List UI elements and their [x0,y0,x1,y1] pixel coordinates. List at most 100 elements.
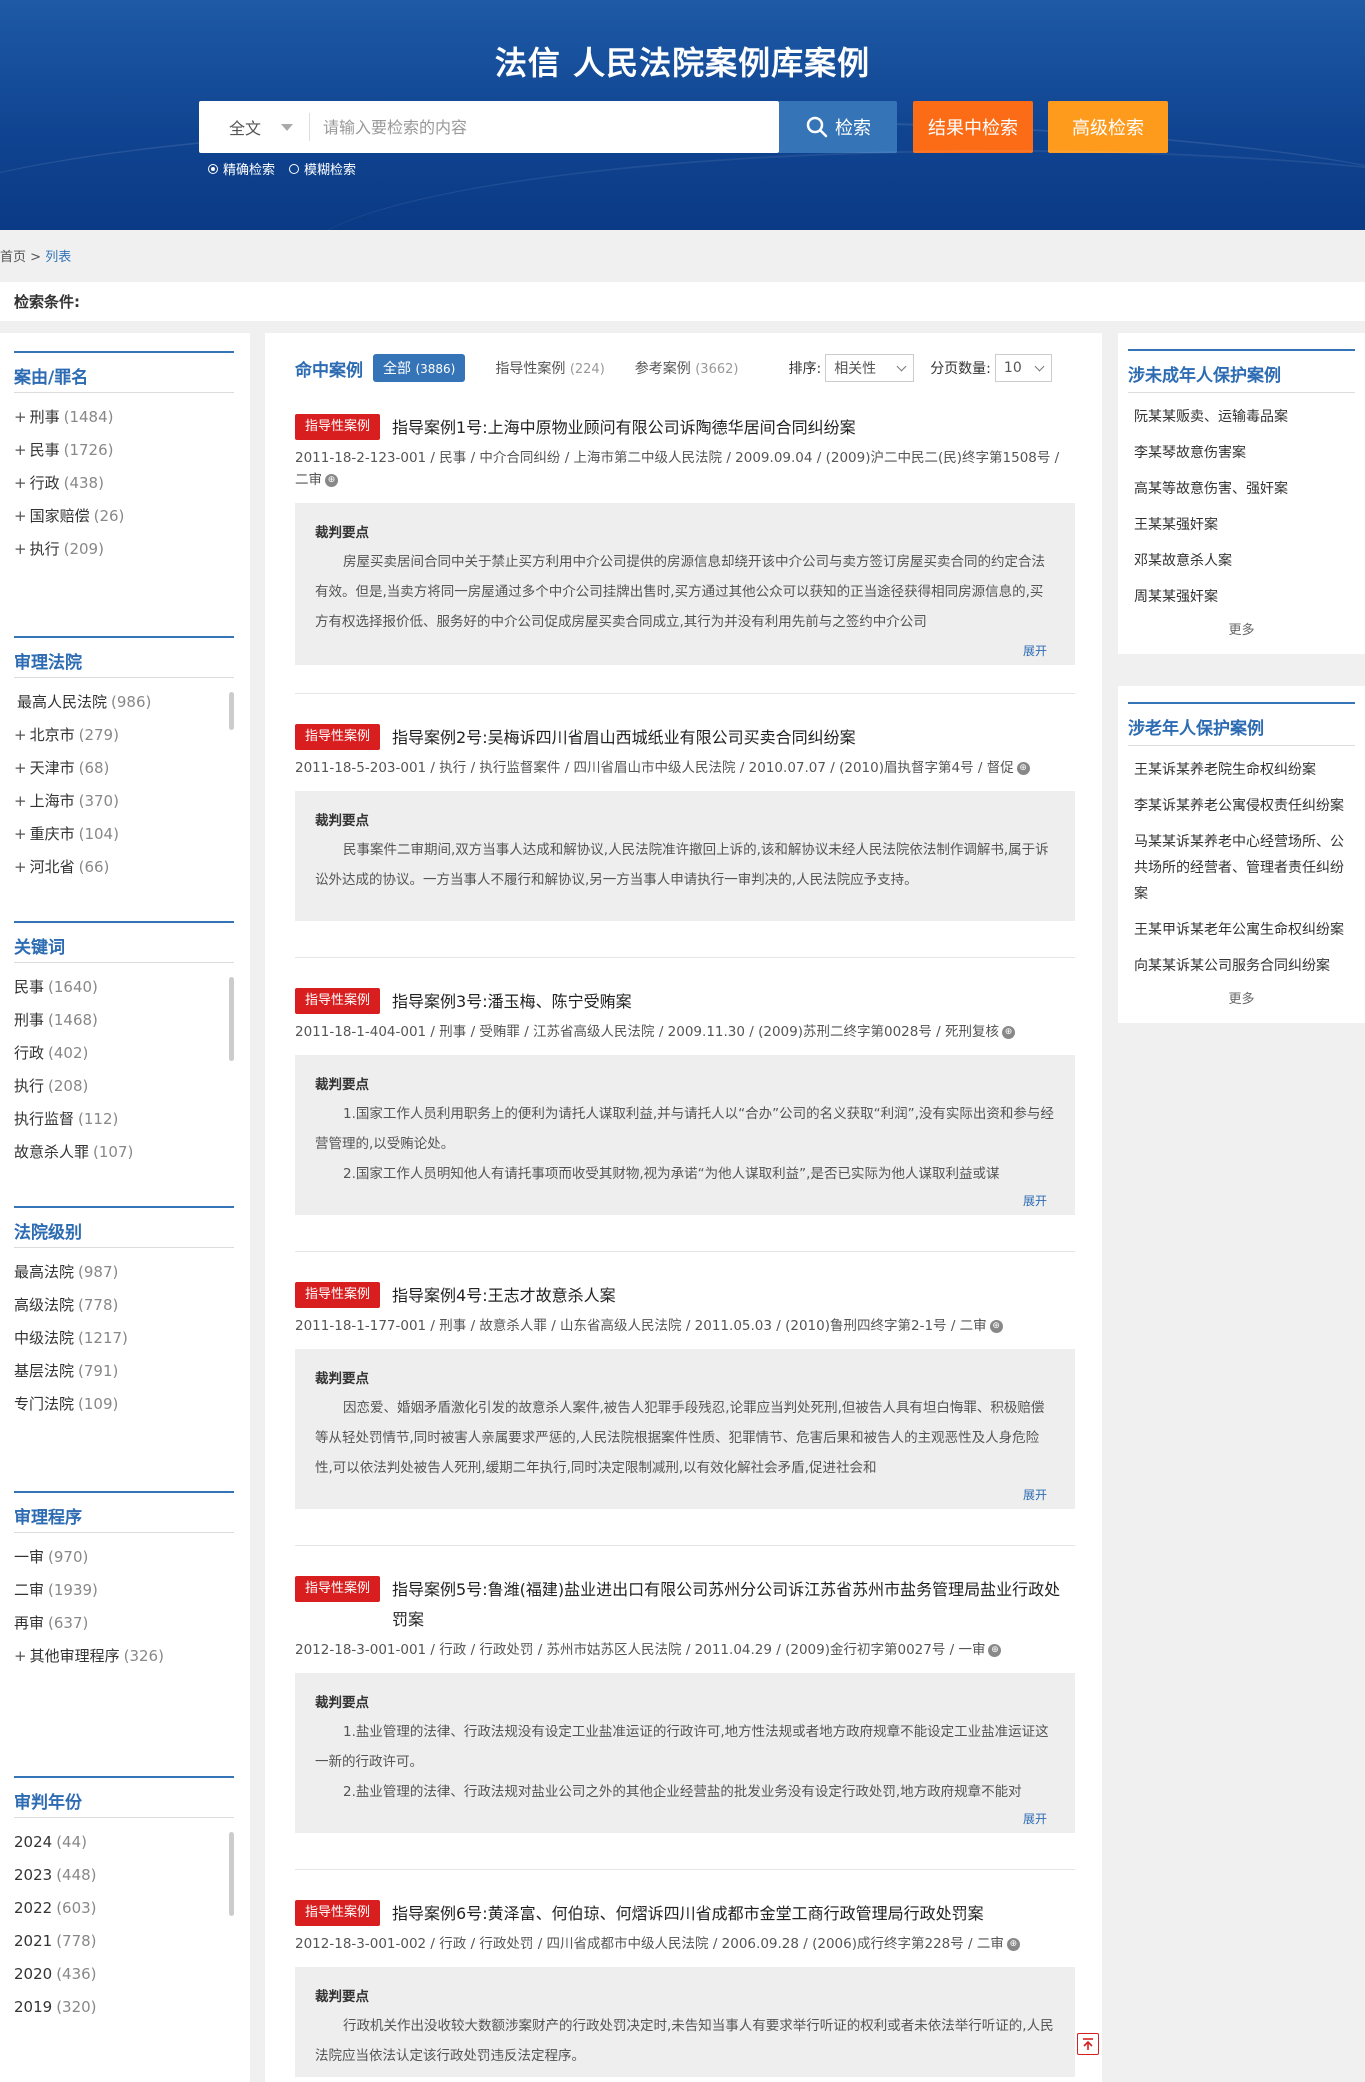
facet-item[interactable]: 再审 (637) [14,1607,234,1640]
page-size-select[interactable]: 10 [994,354,1052,382]
tab-reference[interactable]: 参考案例 (3662) [635,358,739,378]
expand-icon[interactable]: + [14,726,27,744]
expand-link[interactable]: 展开 [1023,1192,1047,1209]
info-icon[interactable]: ⊕ [988,1643,1002,1657]
expand-icon[interactable]: + [14,507,27,525]
facet-item[interactable]: 民事 (1640) [14,971,234,1004]
search-input[interactable] [311,101,771,153]
facet-label: 执行 [29,540,60,558]
facet-count: (112) [78,1110,119,1128]
facet-item[interactable]: + 刑事 (1484) [14,401,234,434]
info-icon[interactable]: ⊕ [1001,1025,1015,1039]
panel-case-link[interactable]: 李某琴故意伤害案 [1134,435,1349,471]
facet-item[interactable]: + 执行 (209) [14,533,234,566]
facet-item[interactable]: 最高法院 (987) [14,1256,234,1289]
expand-icon[interactable]: + [14,474,27,492]
info-icon[interactable]: ⊕ [1006,1937,1020,1951]
facet-item[interactable]: 中级法院 (1217) [14,1322,234,1355]
facet-item[interactable]: + 其他审理程序 (326) [14,1640,234,1673]
panel-case-link[interactable]: 李某诉某养老公寓侵权责任纠纷案 [1134,788,1349,824]
breadcrumb-home[interactable]: 首页 [0,250,26,265]
more-link[interactable]: 更多 [1118,615,1365,654]
back-to-top-icon[interactable] [1077,2033,1099,2055]
search-button[interactable]: 检索 [779,101,897,153]
case-title-link[interactable]: 指导案例2号:吴梅诉四川省眉山西城纸业有限公司买卖合同纠纷案 [392,723,856,753]
panel-case-link[interactable]: 邓某故意杀人案 [1134,543,1349,579]
facet-count: (370) [78,792,119,810]
expand-icon[interactable]: + [14,792,27,810]
tab-all[interactable]: 全部 (3886) [373,354,466,382]
facet-item[interactable]: 故意杀人罪 (107) [14,1136,234,1169]
expand-link[interactable]: 展开 [1023,1810,1047,1827]
tab-all-label: 全部 [383,361,411,377]
expand-icon[interactable]: + [14,441,27,459]
expand-icon[interactable]: + [14,540,27,558]
facet-item[interactable]: + 国家赔偿 (26) [14,500,234,533]
expand-icon[interactable]: + [14,1647,27,1665]
info-icon[interactable]: ⊕ [989,1319,1003,1333]
facet-count: (637) [48,1614,89,1632]
facet-scrollbar[interactable] [229,692,234,730]
search-within-results-button[interactable]: 结果中检索 [913,101,1033,153]
expand-icon[interactable]: + [14,408,27,426]
expand-icon[interactable]: + [14,858,27,876]
summary-title: 裁判要点 [315,1077,369,1093]
facet-item[interactable]: + 行政 (438) [14,467,234,500]
facet-label: 专门法院 [14,1395,75,1413]
facet-item[interactable]: 2021 (778) [14,1925,234,1958]
facet-item[interactable]: 2024 (44) [14,1826,234,1859]
facet-item[interactable]: + 民事 (1726) [14,434,234,467]
facet-item[interactable]: 执行 (208) [14,1070,234,1103]
facet-item[interactable]: 刑事 (1468) [14,1004,234,1037]
fuzzy-search-radio[interactable]: 模糊检索 [289,159,356,178]
case-title-link[interactable]: 指导案例4号:王志才故意杀人案 [392,1281,616,1311]
tab-guiding-label: 指导性案例 [495,361,566,377]
facet-item[interactable]: 一审 (970) [14,1541,234,1574]
facet-item[interactable]: 2019 (320) [14,1991,234,2024]
facet-label: 最高法院 [14,1263,75,1281]
tab-guiding[interactable]: 指导性案例 (224) [495,358,604,378]
panel-case-link[interactable]: 王某某强奸案 [1134,507,1349,543]
panel-case-link[interactable]: 马某某诉某养老中心经营场所、公共场所的经营者、管理者责任纠纷案 [1134,824,1349,912]
info-icon[interactable]: ⊕ [1016,761,1030,775]
panel-case-link[interactable]: 阮某某贩卖、运输毒品案 [1134,399,1349,435]
facet-scrollbar[interactable] [229,977,234,1061]
facet-item[interactable]: 高级法院 (778) [14,1289,234,1322]
facet-item[interactable]: 执行监督 (112) [14,1103,234,1136]
facet-item[interactable]: 最高人民法院 (986) [14,686,234,719]
facet-item[interactable]: + 天津市 (68) [14,752,234,785]
facet-scrollbar[interactable] [229,1832,234,1916]
divider [295,957,1075,958]
info-icon[interactable]: ⊕ [325,473,338,487]
breadcrumb-current[interactable]: 列表 [45,250,71,265]
case-title-link[interactable]: 指导案例3号:潘玉梅、陈宁受贿案 [392,987,632,1017]
facet-item[interactable]: + 重庆市 (104) [14,818,234,851]
advanced-search-button[interactable]: 高级检索 [1048,101,1168,153]
search-scope-select[interactable]: 全文 [199,101,309,153]
facet-item[interactable]: + 北京市 (279) [14,719,234,752]
facet-item[interactable]: + 河北省 (66) [14,851,234,884]
facet-item[interactable]: 2020 (436) [14,1958,234,1991]
more-link[interactable]: 更多 [1118,984,1365,1023]
expand-icon[interactable]: + [14,759,27,777]
case-title-link[interactable]: 指导案例6号:黄泽富、何伯琼、何熠诉四川省成都市金堂工商行政管理局行政处罚案 [392,1899,984,1929]
sort-select[interactable]: 相关性 [825,354,915,382]
expand-link[interactable]: 展开 [1023,642,1047,659]
panel-case-link[interactable]: 周某某强奸案 [1134,579,1349,615]
facet-item[interactable]: 2022 (603) [14,1892,234,1925]
case-title-link[interactable]: 指导案例1号:上海中原物业顾问有限公司诉陶德华居间合同纠纷案 [392,413,856,443]
exact-search-radio[interactable]: 精确检索 [208,159,275,178]
facet-item[interactable]: 2023 (448) [14,1859,234,1892]
facet-item[interactable]: 行政 (402) [14,1037,234,1070]
panel-case-link[interactable]: 王某诉某养老院生命权纠纷案 [1134,752,1349,788]
expand-icon[interactable]: + [14,825,27,843]
panel-case-link[interactable]: 向某某诉某公司服务合同纠纷案 [1134,948,1349,984]
facet-item[interactable]: 专门法院 (109) [14,1388,234,1421]
case-title-link[interactable]: 指导案例5号:鲁潍(福建)盐业进出口有限公司苏州分公司诉江苏省苏州市盐务管理局盐… [392,1575,1075,1635]
facet-item[interactable]: 二审 (1939) [14,1574,234,1607]
facet-item[interactable]: 基层法院 (791) [14,1355,234,1388]
expand-link[interactable]: 展开 [1023,1486,1047,1503]
facet-item[interactable]: + 上海市 (370) [14,785,234,818]
panel-case-link[interactable]: 王某甲诉某老年公寓生命权纠纷案 [1134,912,1349,948]
panel-case-link[interactable]: 高某等故意伤害、强奸案 [1134,471,1349,507]
